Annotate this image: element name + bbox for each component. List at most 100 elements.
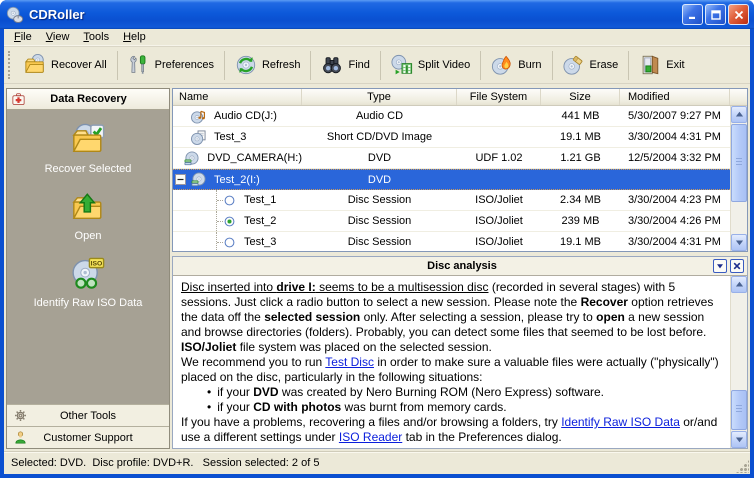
toolbar-preferences-button[interactable]: Preferences <box>119 49 223 82</box>
toolbar-separator <box>551 50 553 80</box>
minimize-button[interactable] <box>682 4 703 25</box>
cd-image-icon <box>191 129 206 145</box>
table-row[interactable]: Audio CD(J:) Audio CD 441 MB 5/30/2007 9:27… <box>173 106 730 127</box>
menu-file[interactable]: File <box>7 30 39 45</box>
column-header-pad <box>730 89 747 105</box>
sidebar-header-data-recovery[interactable]: Data Recovery <box>7 89 169 110</box>
exit-door-icon <box>639 54 661 76</box>
item-name: Audio CD(J:) <box>214 110 277 122</box>
close-button[interactable] <box>728 4 749 25</box>
column-header-file-system[interactable]: File System <box>457 89 541 105</box>
item-name: DVD_CAMERA(H:) <box>207 152 302 164</box>
toolbar-find-button[interactable]: Find <box>312 49 378 82</box>
column-header-modified[interactable]: Modified <box>620 89 730 105</box>
column-header-size[interactable]: Size <box>541 89 620 105</box>
maximize-button[interactable] <box>705 4 726 25</box>
toolbar-separator <box>379 50 381 80</box>
column-header-type[interactable]: Type <box>302 89 457 105</box>
resize-grip[interactable] <box>736 460 749 473</box>
menu-view[interactable]: View <box>39 30 77 45</box>
sidebar-item-recover-selected[interactable]: Recover Selected <box>44 123 132 175</box>
table-row[interactable]: Test_2 Disc Session ISO/Joliet 239 MB 3/30/2… <box>173 211 730 232</box>
text-segment: tab in the Preferences dialog. <box>402 430 562 444</box>
text-segment: if your <box>217 400 254 414</box>
sidebar-bar-other-tools[interactable]: Other Tools <box>7 404 169 426</box>
toolbar-grip-handle[interactable] <box>8 51 12 79</box>
text-segment: was burnt from memory cards. <box>341 400 507 414</box>
cell-size: 1.21 GB <box>560 152 601 164</box>
text-segment: ISO/Joliet <box>181 340 237 354</box>
toolbar-refresh-button[interactable]: Refresh <box>226 49 310 82</box>
collapse-expander[interactable] <box>175 174 186 185</box>
cell-type: DVD <box>367 173 392 186</box>
list-body: Audio CD(J:) Audio CD 441 MB 5/30/2007 9:27… <box>173 106 730 251</box>
link-test-disc[interactable]: Test Disc <box>325 355 374 369</box>
scroll-up-button[interactable] <box>731 276 747 293</box>
session-radio-unselected[interactable] <box>223 194 236 207</box>
sidebar-bar-label: Other Tools <box>59 409 117 422</box>
cell-modified: 5/30/2007 9:27 PM <box>628 110 721 122</box>
sidebar-item-identify-raw-iso-data[interactable]: ISO Identify Raw ISO Data <box>34 257 142 309</box>
table-row[interactable]: Test_3 Disc Session ISO/Joliet 19.1 MB 3/30/… <box>173 232 730 251</box>
list-header: Name Type File System Size Modified <box>173 89 747 106</box>
item-name: Test_2 <box>244 215 277 227</box>
menu-tools[interactable]: Tools <box>76 30 116 45</box>
toolbar-recover-all-button[interactable]: Recover All <box>15 49 116 82</box>
analysis-paragraph: • if your DVD was created by Nero Burning… <box>181 385 722 400</box>
table-row[interactable]: Test_2(I:) DVD <box>173 169 730 190</box>
status-text: Selected: DVD. Disc profile: DVD+R. Sess… <box>11 457 320 469</box>
device-list: Name Type File System Size Modified Audio CD… <box>172 88 748 252</box>
cd-audio-icon <box>191 109 206 124</box>
toolbar-burn-button[interactable]: Burn <box>482 49 550 82</box>
item-name: Test_3 <box>244 236 277 248</box>
toolbar-button-label: Exit <box>666 59 685 71</box>
cell-name: Test_2 <box>173 211 302 231</box>
column-header-name[interactable]: Name <box>173 89 302 105</box>
sidebar-item-label: Open <box>74 230 102 242</box>
split-video-cd-icon <box>391 54 413 76</box>
session-radio-unselected[interactable] <box>223 236 236 249</box>
table-row[interactable]: Test_1 Disc Session ISO/Joliet 2.34 MB 3/30/… <box>173 190 730 211</box>
scroll-down-button[interactable] <box>731 234 747 251</box>
toolbar-exit-button[interactable]: Exit <box>630 49 693 82</box>
link-iso-reader[interactable]: ISO Reader <box>339 430 402 444</box>
scroll-thumb[interactable] <box>731 390 747 430</box>
panel-close-button[interactable] <box>730 259 744 273</box>
scroll-thumb[interactable] <box>731 124 747 202</box>
toolbar: Recover All Preferences Refresh Find Split V… <box>4 46 750 84</box>
session-radio-selected[interactable] <box>223 215 236 228</box>
toolbar-separator <box>480 50 482 80</box>
cell-name: DVD_CAMERA(H:) <box>173 148 302 168</box>
toolbar-erase-button[interactable]: Erase <box>554 49 628 82</box>
toolbar-separator <box>310 50 312 80</box>
scroll-down-button[interactable] <box>731 431 747 448</box>
text-segment: open <box>596 310 625 324</box>
cell-name: Test_3 <box>173 127 302 147</box>
panel-collapse-button[interactable] <box>713 259 727 273</box>
text-segment: Recover <box>580 295 628 309</box>
cell-modified: 3/30/2004 4:26 PM <box>628 215 721 227</box>
title-bar[interactable]: CDRoller <box>0 0 754 29</box>
sidebar-bar-customer-support[interactable]: Customer Support <box>7 426 169 448</box>
cell-name: Test_3 <box>173 232 302 251</box>
window-body: File View Tools Help Recover All Preferences… <box>4 29 750 474</box>
cell-file-system: UDF 1.02 <box>475 152 523 164</box>
bullet-icon: • <box>207 400 212 414</box>
table-row[interactable]: DVD_CAMERA(H:) DVD UDF 1.02 1.21 GB 12/5/200… <box>173 148 730 169</box>
disc-analysis-header: Disc analysis <box>173 257 747 276</box>
toolbar-split-video-button[interactable]: Split Video <box>382 49 479 82</box>
link-identify-raw-iso-data[interactable]: Identify Raw ISO Data <box>561 415 680 429</box>
content-area: Data Recovery Recover Selected Open ISO Ide… <box>4 84 750 451</box>
cell-file-system: ISO/Joliet <box>475 215 523 227</box>
toolbar-button-label: Split Video <box>417 59 471 71</box>
sidebar-item-label: Recover Selected <box>44 163 132 175</box>
table-row[interactable]: Test_3 Short CD/DVD Image 19.1 MB 3/30/2004… <box>173 127 730 148</box>
analysis-paragraph: • if your CD with photos was burnt from m… <box>181 400 722 415</box>
burn-cd-icon <box>491 54 513 76</box>
menu-help[interactable]: Help <box>116 30 153 45</box>
sidebar-item-open[interactable]: Open <box>71 190 105 242</box>
cell-type: Disc Session <box>347 194 412 206</box>
scroll-up-button[interactable] <box>731 106 747 123</box>
item-name: Test_1 <box>244 194 277 206</box>
app-window: CDRoller File View Tools Help Recover All Pr… <box>0 0 754 478</box>
